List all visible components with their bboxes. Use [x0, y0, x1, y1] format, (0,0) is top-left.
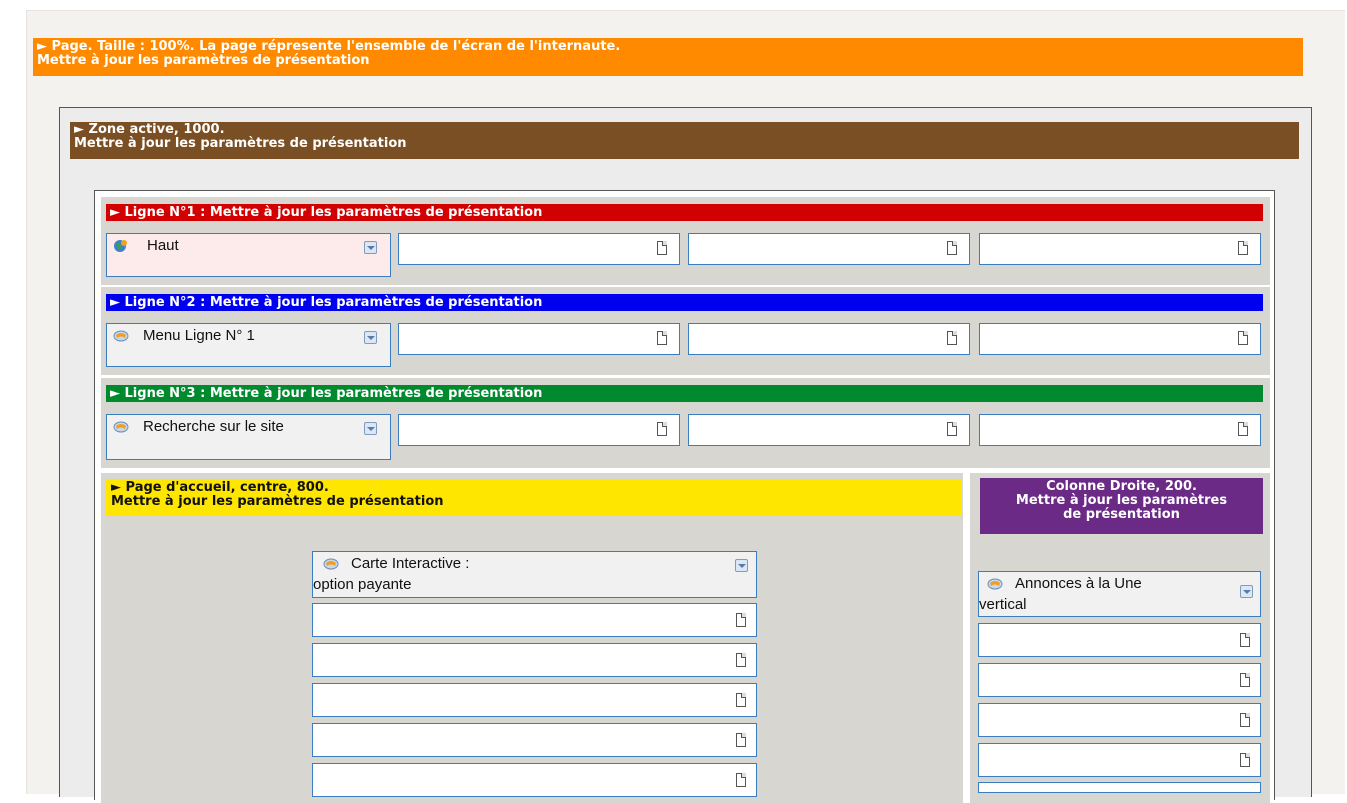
right-module-cell[interactable]: Annonces à la Une vertical: [978, 571, 1261, 617]
document-icon[interactable]: [736, 733, 746, 747]
row-2: ► Ligne N°2 : Mettre à jour les paramètr…: [101, 287, 1270, 375]
document-icon[interactable]: [736, 653, 746, 667]
right-slot-5[interactable]: [978, 782, 1261, 793]
center-settings-bar[interactable]: ► Page d'accueil, centre, 800. Mettre à …: [106, 479, 961, 516]
chevron-down-icon[interactable]: [364, 422, 377, 435]
right-bar-line1: Colonne Droite, 200.: [1046, 479, 1197, 494]
zone-settings-bar[interactable]: ► Zone active, 1000. Mettre à jour les p…: [70, 122, 1299, 159]
module-icon: [323, 558, 339, 570]
page-settings-bar[interactable]: ► Page. Taille : 100%. La page répresent…: [33, 38, 1303, 76]
module-icon: [113, 330, 129, 342]
row-1-slot-2[interactable]: [398, 233, 680, 265]
center-module-cell[interactable]: Carte Interactive : option payante: [312, 551, 757, 598]
row-3: ► Ligne N°3 : Mettre à jour les paramètr…: [101, 378, 1270, 468]
row-3-slot-2[interactable]: [398, 414, 680, 446]
chevron-down-icon[interactable]: [1240, 585, 1253, 598]
right-bar-line3: de présentation: [1063, 507, 1180, 522]
right-slot-2[interactable]: [978, 663, 1261, 697]
document-icon[interactable]: [657, 241, 667, 255]
right-module-sublabel: vertical: [979, 596, 1027, 613]
module-icon: [113, 421, 129, 433]
document-icon[interactable]: [947, 241, 957, 255]
row-3-title[interactable]: ► Ligne N°3 : Mettre à jour les paramètr…: [106, 385, 1263, 402]
document-icon[interactable]: [736, 693, 746, 707]
module-icon: [987, 578, 1003, 590]
document-icon[interactable]: [1240, 633, 1250, 647]
row-1: ► Ligne N°1 : Mettre à jour les paramètr…: [101, 197, 1270, 285]
center-slot-1[interactable]: [312, 603, 757, 637]
center-bar-line1: ► Page d'accueil, centre, 800.: [111, 480, 329, 495]
right-slot-4[interactable]: [978, 743, 1261, 777]
zone-bar-line1: ► Zone active, 1000.: [74, 122, 225, 137]
right-bar-line2: Mettre à jour les paramètres: [1015, 493, 1228, 508]
center-module-sublabel: option payante: [313, 576, 412, 593]
document-icon[interactable]: [1240, 753, 1250, 767]
row-2-title[interactable]: ► Ligne N°2 : Mettre à jour les paramètr…: [106, 294, 1263, 311]
chevron-down-icon[interactable]: [364, 331, 377, 344]
document-icon[interactable]: [1240, 713, 1250, 727]
center-slot-3[interactable]: [312, 683, 757, 717]
right-slot-3[interactable]: [978, 703, 1261, 737]
right-slot-1[interactable]: [978, 623, 1261, 657]
document-icon[interactable]: [736, 613, 746, 627]
document-icon[interactable]: [1240, 673, 1250, 687]
chevron-down-icon[interactable]: [735, 559, 748, 572]
row-1-slot-4[interactable]: [979, 233, 1261, 265]
center-module-label: Carte Interactive :: [351, 555, 470, 572]
row-2-module-label: Menu Ligne N° 1: [143, 327, 255, 344]
center-bar-line2: Mettre à jour les paramètres de présenta…: [111, 494, 444, 509]
row-3-module-label: Recherche sur le site: [143, 418, 284, 435]
center-slot-2[interactable]: [312, 643, 757, 677]
document-icon[interactable]: [1238, 241, 1248, 255]
chevron-down-icon[interactable]: [364, 241, 377, 254]
row-2-slot-3[interactable]: [688, 323, 970, 355]
page-bar-line2: Mettre à jour les paramètres de présenta…: [37, 53, 370, 68]
document-icon[interactable]: [1238, 331, 1248, 345]
row-1-title[interactable]: ► Ligne N°1 : Mettre à jour les paramètr…: [106, 204, 1263, 221]
row-1-module-cell[interactable]: Haut: [106, 233, 391, 277]
document-icon[interactable]: [947, 331, 957, 345]
row-2-slot-4[interactable]: [979, 323, 1261, 355]
row-1-slot-3[interactable]: [688, 233, 970, 265]
row-1-module-label: Haut: [147, 237, 179, 254]
zone-bar-line2: Mettre à jour les paramètres de présenta…: [74, 136, 407, 151]
globe-icon: [114, 240, 127, 252]
row-3-slot-4[interactable]: [979, 414, 1261, 446]
right-module-label: Annonces à la Une: [1015, 575, 1142, 592]
document-icon[interactable]: [657, 331, 667, 345]
center-slot-4[interactable]: [312, 723, 757, 757]
row-3-slot-3[interactable]: [688, 414, 970, 446]
row-2-module-cell[interactable]: Menu Ligne N° 1: [106, 323, 391, 367]
center-slot-5[interactable]: [312, 763, 757, 797]
row-3-module-cell[interactable]: Recherche sur le site: [106, 414, 391, 460]
document-icon[interactable]: [736, 773, 746, 787]
page-bar-line1: ► Page. Taille : 100%. La page répresent…: [37, 39, 621, 54]
document-icon[interactable]: [1238, 422, 1248, 436]
document-icon[interactable]: [947, 422, 957, 436]
row-2-slot-2[interactable]: [398, 323, 680, 355]
right-settings-bar[interactable]: Colonne Droite, 200. Mettre à jour les p…: [980, 478, 1263, 534]
document-icon[interactable]: [657, 422, 667, 436]
